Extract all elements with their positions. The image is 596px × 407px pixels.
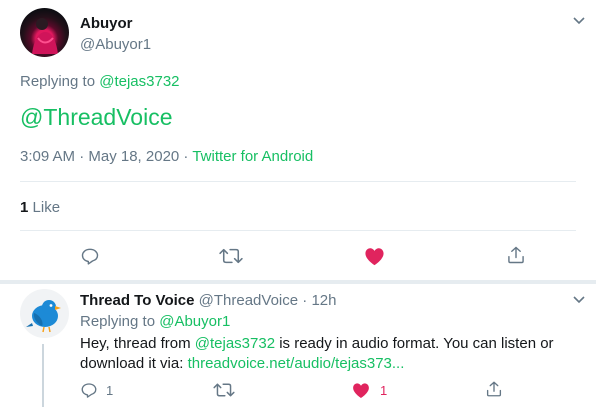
like-count: 1 bbox=[380, 382, 388, 398]
reply-audio-link[interactable]: threadvoice.net/audio/tejas373... bbox=[188, 355, 405, 372]
tweet-metadata: 3:09 AM · May 18, 2020 · Twitter for And… bbox=[20, 148, 313, 165]
avatar-threadvoice[interactable] bbox=[20, 289, 69, 338]
reply-replying-to: Replying to @Abuyor1 bbox=[80, 313, 230, 330]
tweet-source-link[interactable]: Twitter for Android bbox=[192, 148, 313, 165]
share-icon bbox=[508, 246, 524, 264]
likes-count: 1 bbox=[20, 199, 29, 216]
reply-retweet-button[interactable] bbox=[212, 379, 236, 401]
reply-body-line1: Hey, thread from @tejas3732 is ready in … bbox=[80, 334, 580, 354]
avatar-abuyor[interactable] bbox=[20, 8, 69, 57]
reply-replying-prefix: Replying to bbox=[80, 313, 156, 330]
author-handle[interactable]: @Abuyor1 bbox=[80, 36, 151, 53]
share-button[interactable] bbox=[504, 243, 528, 267]
reply-time[interactable]: 12h bbox=[311, 292, 336, 309]
reply-header: Thread To Voice @ThreadVoice · 12h bbox=[80, 292, 336, 309]
reply-mention-link[interactable]: @tejas3732 bbox=[195, 335, 275, 352]
chevron-down-icon[interactable] bbox=[570, 291, 588, 309]
retweet-icon bbox=[213, 383, 235, 397]
replying-to: Replying to @tejas3732 bbox=[20, 73, 180, 90]
retweet-button[interactable] bbox=[218, 244, 244, 268]
reply-icon bbox=[81, 383, 97, 398]
divider bbox=[20, 181, 576, 182]
retweet-icon bbox=[219, 248, 243, 264]
reply-text-before: Hey, thread from bbox=[80, 335, 195, 352]
share-icon bbox=[486, 381, 502, 397]
section-divider bbox=[0, 280, 596, 284]
heart-icon bbox=[364, 247, 384, 265]
reply-icon bbox=[81, 248, 99, 265]
reply-body: Hey, thread from @tejas3732 is ready in … bbox=[80, 334, 580, 374]
author-name[interactable]: Abuyor bbox=[80, 15, 133, 32]
divider bbox=[20, 230, 576, 231]
bird-avatar-icon bbox=[26, 300, 61, 333]
reply-body-line2: download it via: threadvoice.net/audio/t… bbox=[80, 354, 580, 374]
thread-connector-line bbox=[42, 344, 44, 407]
reply-count: 1 bbox=[106, 382, 114, 398]
heart-icon bbox=[353, 382, 369, 398]
tweet-timestamp[interactable]: 3:09 AM · May 18, 2020 · bbox=[20, 148, 192, 165]
reply-like-button[interactable]: 1 bbox=[352, 379, 387, 401]
reply-share-button[interactable] bbox=[483, 378, 505, 400]
chevron-down-icon[interactable] bbox=[570, 12, 588, 30]
reply-reply-button[interactable]: 1 bbox=[80, 379, 113, 401]
likes-stat[interactable]: 1 Like bbox=[20, 199, 60, 216]
like-button[interactable] bbox=[362, 244, 386, 268]
avatar-photo bbox=[32, 18, 58, 54]
reply-separator: · bbox=[298, 292, 312, 309]
likes-label: Like bbox=[32, 199, 61, 216]
reply-author-handle[interactable]: @ThreadVoice bbox=[199, 292, 298, 309]
reply-author-name[interactable]: Thread To Voice bbox=[80, 292, 194, 309]
reply-button[interactable] bbox=[78, 244, 102, 268]
tweet-body-mention[interactable]: @ThreadVoice bbox=[20, 104, 173, 131]
replying-prefix: Replying to bbox=[20, 73, 96, 90]
reply-text-after: is ready in audio format. You can listen… bbox=[275, 335, 554, 352]
replying-handle-link[interactable]: @tejas3732 bbox=[99, 73, 179, 90]
reply-text-line2: download it via: bbox=[80, 355, 188, 372]
reply-replying-handle-link[interactable]: @Abuyor1 bbox=[159, 313, 230, 330]
